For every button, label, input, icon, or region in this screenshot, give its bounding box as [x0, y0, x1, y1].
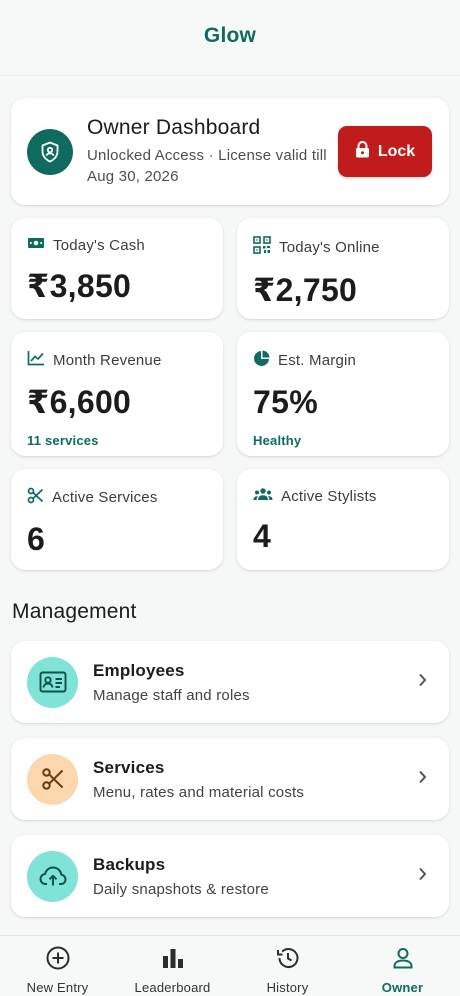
- bottom-navigation: New Entry Leaderboard History Owner: [0, 935, 460, 996]
- bar-chart-icon: [160, 945, 186, 976]
- nav-label: New Entry: [26, 980, 89, 995]
- lock-icon: [355, 140, 370, 163]
- active-stylists-card[interactable]: Active Stylists 4: [237, 469, 449, 570]
- todays-online-card[interactable]: Today's Online ₹2,750: [237, 218, 449, 319]
- active-services-card[interactable]: Active Services 6: [11, 469, 223, 570]
- owner-dashboard-card: Owner Dashboard Unlocked Access · Licens…: [11, 98, 449, 205]
- nav-history[interactable]: History: [230, 936, 345, 996]
- stat-value: 75%: [253, 384, 318, 420]
- pie-chart-icon: [253, 350, 270, 371]
- group-icon: [253, 487, 273, 505]
- stat-footnote: 11 services: [27, 433, 99, 448]
- plus-circle-icon: [45, 945, 71, 976]
- trending-up-icon: [27, 350, 45, 370]
- mgmt-item-subtitle: Manage staff and roles: [93, 686, 250, 704]
- person-icon: [390, 945, 416, 976]
- lock-label: Lock: [377, 142, 416, 160]
- management-section-title: Management: [12, 600, 137, 623]
- mgmt-item-title: Backups: [93, 854, 166, 874]
- employees-item[interactable]: Employees Manage staff and roles: [11, 641, 449, 723]
- todays-cash-card[interactable]: Today's Cash ₹3,850: [11, 218, 223, 319]
- history-icon: [275, 945, 301, 976]
- month-revenue-card[interactable]: Month Revenue ₹6,600 11 services: [11, 332, 223, 456]
- chevron-right-icon: [418, 867, 427, 886]
- nav-label: Leaderboard: [134, 980, 211, 995]
- lock-button[interactable]: Lock: [338, 126, 432, 177]
- nav-leaderboard[interactable]: Leaderboard: [115, 936, 230, 996]
- backups-item[interactable]: Backups Daily snapshots & restore: [11, 835, 449, 917]
- est-margin-card[interactable]: Est. Margin 75% Healthy: [237, 332, 449, 456]
- stat-label: Today's Cash: [53, 236, 145, 254]
- stat-value: ₹3,850: [27, 268, 132, 304]
- stat-value: 6: [27, 521, 46, 557]
- qr-code-icon: [253, 236, 271, 258]
- mgmt-item-title: Employees: [93, 660, 185, 680]
- stat-label: Month Revenue: [53, 351, 162, 369]
- nav-owner[interactable]: Owner: [345, 936, 460, 996]
- app-bar: Glow: [0, 0, 460, 76]
- license-status: Unlocked Access · License valid till Aug…: [87, 147, 327, 185]
- stat-value: ₹6,600: [27, 384, 132, 420]
- services-item[interactable]: Services Menu, rates and material costs: [11, 738, 449, 820]
- stat-label: Est. Margin: [278, 352, 357, 369]
- cash-icon: [27, 236, 45, 254]
- owner-dashboard-title: Owner Dashboard: [87, 116, 261, 139]
- chevron-right-icon: [418, 770, 427, 789]
- mgmt-item-title: Services: [93, 757, 165, 777]
- scissors-icon: [27, 487, 44, 508]
- stat-value: 4: [253, 518, 272, 554]
- app-title: Glow: [203, 23, 257, 47]
- nav-label: Owner: [381, 980, 424, 995]
- id-card-icon: [27, 656, 78, 708]
- stat-value: ₹2,750: [253, 272, 358, 308]
- stat-label: Today's Online: [279, 238, 380, 256]
- scissors-icon: [27, 753, 78, 805]
- nav-new-entry[interactable]: New Entry: [0, 936, 115, 996]
- mgmt-item-subtitle: Daily snapshots & restore: [93, 880, 269, 898]
- stat-label: Active Services: [52, 489, 158, 506]
- stat-footnote: Healthy: [253, 433, 302, 448]
- cloud-upload-icon: [27, 850, 78, 902]
- stat-label: Active Stylists: [281, 487, 377, 505]
- mgmt-item-subtitle: Menu, rates and material costs: [93, 783, 305, 801]
- nav-label: History: [266, 980, 309, 995]
- shield-icon: [27, 128, 73, 175]
- chevron-right-icon: [418, 673, 427, 692]
